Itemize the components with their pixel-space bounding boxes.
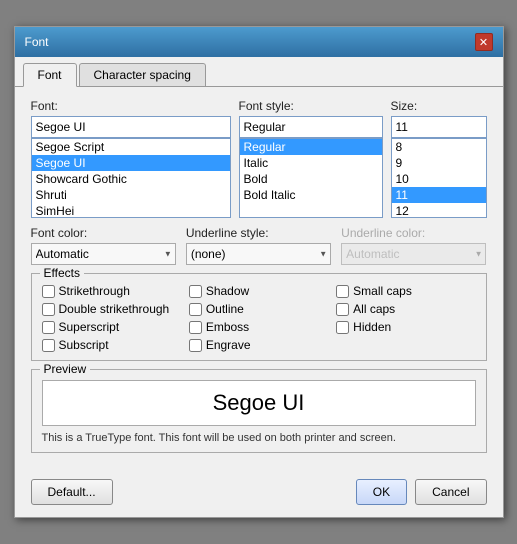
engrave-checkbox[interactable] xyxy=(189,339,202,352)
list-item[interactable]: Regular xyxy=(240,139,382,155)
cancel-button[interactable]: Cancel xyxy=(415,479,486,505)
list-item[interactable]: Italic xyxy=(240,155,382,171)
default-button[interactable]: Default... xyxy=(31,479,113,505)
outline-checkbox[interactable] xyxy=(189,303,202,316)
close-button[interactable]: ✕ xyxy=(475,33,493,51)
size-field-group: Size: 8 9 10 11 12 xyxy=(391,99,487,218)
list-item[interactable]: SimHei xyxy=(32,203,230,218)
subscript-label: Subscript xyxy=(59,338,109,352)
outline-label: Outline xyxy=(206,302,244,316)
list-item[interactable]: 12 xyxy=(392,203,486,218)
effects-legend: Effects xyxy=(40,266,84,280)
engrave-label: Engrave xyxy=(206,338,251,352)
effect-strikethrough: Strikethrough xyxy=(42,284,181,298)
size-label: Size: xyxy=(391,99,487,113)
superscript-label: Superscript xyxy=(59,320,120,334)
color-underline-row: Font color: Automatic Underline style: (… xyxy=(31,226,487,265)
font-dialog: Font ✕ Font Character spacing Font: Sego… xyxy=(14,26,504,518)
font-color-group: Font color: Automatic xyxy=(31,226,176,265)
small-caps-checkbox[interactable] xyxy=(336,285,349,298)
font-field-group: Font: Segoe Script Segoe UI Showcard Got… xyxy=(31,99,231,218)
style-input[interactable] xyxy=(239,116,383,138)
underline-style-group: Underline style: (none) xyxy=(186,226,331,265)
preview-note: This is a TrueType font. This font will … xyxy=(42,432,476,444)
emboss-label: Emboss xyxy=(206,320,249,334)
strikethrough-checkbox[interactable] xyxy=(42,285,55,298)
font-listbox[interactable]: Segoe Script Segoe UI Showcard Gothic Sh… xyxy=(31,138,231,218)
underline-style-select[interactable]: (none) xyxy=(186,243,331,265)
hidden-checkbox[interactable] xyxy=(336,321,349,334)
style-label: Font style: xyxy=(239,99,383,113)
tab-character-spacing[interactable]: Character spacing xyxy=(79,63,206,86)
font-color-select-wrapper: Automatic xyxy=(31,243,176,265)
effect-subscript: Subscript xyxy=(42,338,181,352)
underline-color-label: Underline color: xyxy=(341,226,486,240)
effect-superscript: Superscript xyxy=(42,320,181,334)
underline-style-select-wrapper: (none) xyxy=(186,243,331,265)
effect-double-strikethrough: Double strikethrough xyxy=(42,302,181,316)
subscript-checkbox[interactable] xyxy=(42,339,55,352)
list-item[interactable]: Bold Italic xyxy=(240,187,382,203)
double-strikethrough-label: Double strikethrough xyxy=(59,302,170,316)
effect-hidden: Hidden xyxy=(336,320,475,334)
ok-cancel-buttons: OK Cancel xyxy=(356,479,487,505)
font-color-label: Font color: xyxy=(31,226,176,240)
style-field-group: Font style: Regular Italic Bold Bold Ita… xyxy=(239,99,383,218)
emboss-checkbox[interactable] xyxy=(189,321,202,334)
list-item[interactable]: Segoe Script xyxy=(32,139,230,155)
list-item[interactable]: 8 xyxy=(392,139,486,155)
list-item[interactable]: Bold xyxy=(240,171,382,187)
effect-small-caps: Small caps xyxy=(336,284,475,298)
title-bar: Font ✕ xyxy=(15,27,503,57)
hidden-label: Hidden xyxy=(353,320,391,334)
strikethrough-label: Strikethrough xyxy=(59,284,130,298)
preview-legend: Preview xyxy=(40,362,91,376)
tab-bar: Font Character spacing xyxy=(15,57,503,87)
font-input[interactable] xyxy=(31,116,231,138)
underline-style-label: Underline style: xyxy=(186,226,331,240)
preview-box: Segoe UI xyxy=(42,380,476,426)
underline-color-select[interactable]: Automatic xyxy=(341,243,486,265)
size-input[interactable] xyxy=(391,116,487,138)
list-item[interactable]: 11 xyxy=(392,187,486,203)
dialog-title: Font xyxy=(25,35,49,49)
all-caps-label: All caps xyxy=(353,302,395,316)
effect-outline: Outline xyxy=(189,302,328,316)
list-item[interactable]: Segoe UI xyxy=(32,155,230,171)
list-item[interactable]: Showcard Gothic xyxy=(32,171,230,187)
effects-group: Effects Strikethrough Shadow Small caps … xyxy=(31,273,487,361)
effect-shadow: Shadow xyxy=(189,284,328,298)
double-strikethrough-checkbox[interactable] xyxy=(42,303,55,316)
ok-button[interactable]: OK xyxy=(356,479,407,505)
size-listbox[interactable]: 8 9 10 11 12 xyxy=(391,138,487,218)
font-color-select[interactable]: Automatic xyxy=(31,243,176,265)
preview-text: Segoe UI xyxy=(213,390,305,416)
small-caps-label: Small caps xyxy=(353,284,412,298)
effects-grid: Strikethrough Shadow Small caps Double s… xyxy=(42,284,476,352)
list-item[interactable]: Shruti xyxy=(32,187,230,203)
underline-color-select-wrapper: Automatic xyxy=(341,243,486,265)
shadow-checkbox[interactable] xyxy=(189,285,202,298)
list-item[interactable]: 9 xyxy=(392,155,486,171)
shadow-label: Shadow xyxy=(206,284,249,298)
list-item[interactable]: 10 xyxy=(392,171,486,187)
effect-all-caps: All caps xyxy=(336,302,475,316)
underline-color-group: Underline color: Automatic xyxy=(341,226,486,265)
preview-group: Preview Segoe UI This is a TrueType font… xyxy=(31,369,487,453)
button-row: Default... OK Cancel xyxy=(15,473,503,517)
effect-engrave: Engrave xyxy=(189,338,328,352)
tab-content-font: Font: Segoe Script Segoe UI Showcard Got… xyxy=(15,87,503,473)
font-label: Font: xyxy=(31,99,231,113)
font-style-size-row: Font: Segoe Script Segoe UI Showcard Got… xyxy=(31,99,487,218)
style-listbox[interactable]: Regular Italic Bold Bold Italic xyxy=(239,138,383,218)
superscript-checkbox[interactable] xyxy=(42,321,55,334)
tab-font[interactable]: Font xyxy=(23,63,77,87)
all-caps-checkbox[interactable] xyxy=(336,303,349,316)
effect-emboss: Emboss xyxy=(189,320,328,334)
